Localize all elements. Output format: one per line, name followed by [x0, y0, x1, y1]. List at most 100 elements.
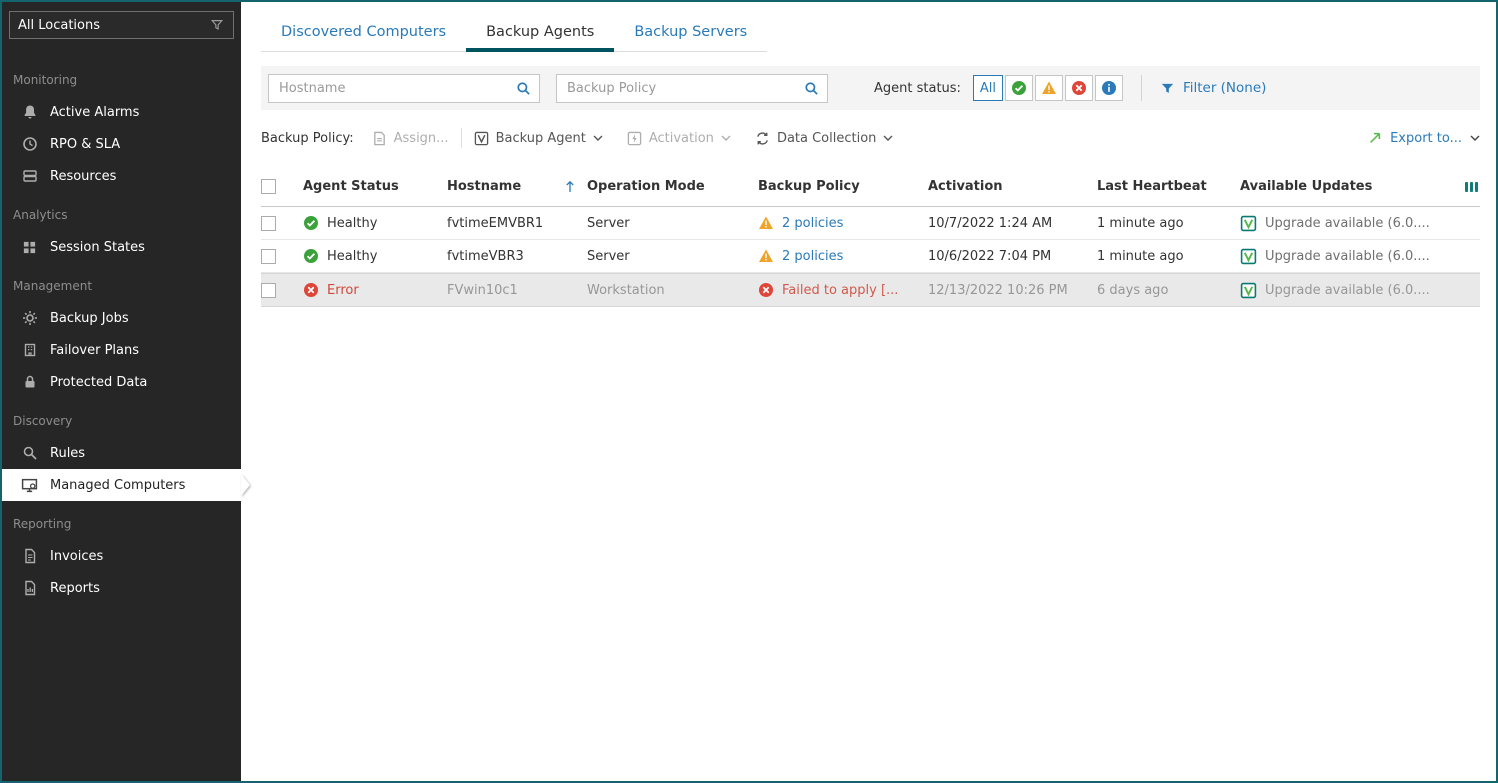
status-filter-warning-button[interactable] — [1034, 75, 1063, 101]
chevron-down-icon — [721, 135, 731, 141]
sidebar-item-label: Rules — [50, 445, 86, 461]
header-available-updates[interactable]: Available Updates — [1240, 179, 1452, 194]
backup-policy-cell: 2 policies — [758, 215, 928, 231]
assign-policy-button[interactable]: Assign... — [360, 131, 461, 146]
search-icon[interactable] — [516, 81, 531, 96]
backup-policy-toolbar-label: Backup Policy: — [261, 130, 354, 146]
sidebar-item-resources[interactable]: Resources — [2, 160, 241, 192]
building-icon — [21, 342, 38, 359]
backup-policy-cell: Failed to apply [... — [758, 282, 928, 298]
hostname-search-input[interactable] — [277, 79, 516, 97]
invoice-icon — [21, 548, 38, 565]
sidebar-item-rpo-sla[interactable]: RPO & SLA — [2, 128, 241, 160]
clock-icon — [21, 136, 38, 153]
sidebar-item-reports[interactable]: Reports — [2, 572, 241, 604]
header-activation[interactable]: Activation — [928, 179, 1097, 194]
sidebar-item-active-alarms[interactable]: Active Alarms — [2, 96, 241, 128]
assign-policy-label: Assign... — [393, 130, 449, 146]
backup-policy-search-box — [556, 73, 828, 103]
available-updates-cell: Upgrade available (6.0.... — [1240, 248, 1452, 265]
sort-ascending-icon[interactable] — [565, 180, 575, 193]
hostname-cell: fvtimeEMVBR1 — [447, 215, 544, 231]
filter-funnel-icon[interactable] — [208, 17, 225, 34]
sidebar-section-monitoring: Monitoring — [13, 73, 78, 87]
backup-policy-link[interactable]: Failed to apply [... — [782, 283, 898, 298]
status-filter-healthy-button[interactable] — [1004, 75, 1033, 101]
sidebar-item-failover-plans[interactable]: Failover Plans — [2, 334, 241, 366]
sidebar-nav: Monitoring Active Alarms RPO & SLA Resou… — [2, 57, 241, 604]
backup-policy-link[interactable]: 2 policies — [782, 216, 843, 231]
filter-none-label: Filter (None) — [1182, 80, 1267, 96]
warning-icon — [758, 215, 774, 231]
status-filter-all-button[interactable]: All — [972, 75, 1003, 101]
backup-agent-menu-button[interactable]: Backup Agent — [462, 131, 615, 146]
activation-menu-label: Activation — [648, 130, 714, 146]
hostname-search-box — [268, 73, 540, 103]
lock-icon — [21, 374, 38, 391]
location-selector[interactable]: All Locations — [9, 11, 234, 39]
sidebar-section-discovery: Discovery — [13, 414, 73, 428]
tab-discovered-computers[interactable]: Discovered Computers — [261, 17, 466, 51]
sidebar-section-analytics: Analytics — [13, 208, 68, 222]
sidebar-item-label: Backup Jobs — [50, 310, 129, 326]
report-icon — [21, 580, 38, 597]
row-checkbox[interactable] — [261, 215, 276, 231]
export-to-button[interactable]: Export to... — [1354, 131, 1480, 146]
table-row[interactable]: Healthy fvtimeEMVBR1 Server 2 policies 1… — [261, 207, 1480, 240]
activation-cell: 10/7/2022 1:24 AM — [928, 215, 1053, 231]
row-checkbox[interactable] — [261, 282, 276, 298]
veeam-agent-icon — [1240, 248, 1257, 265]
agents-table: Agent Status Hostname Operation Mode Bac… — [261, 167, 1480, 307]
sidebar-item-session-states[interactable]: Session States — [2, 231, 241, 263]
table-row[interactable]: Healthy fvtimeVBR3 Server 2 policies 10/… — [261, 240, 1480, 273]
tab-backup-servers[interactable]: Backup Servers — [614, 17, 767, 51]
tab-backup-agents[interactable]: Backup Agents — [466, 17, 615, 52]
row-checkbox[interactable] — [261, 248, 276, 264]
operation-mode-cell: Workstation — [587, 282, 665, 298]
sidebar-item-label: Session States — [50, 239, 145, 255]
header-backup-policy[interactable]: Backup Policy — [758, 179, 928, 194]
sidebar-item-invoices[interactable]: Invoices — [2, 540, 241, 572]
activation-cell: 12/13/2022 10:26 PM — [928, 282, 1068, 298]
select-all-checkbox[interactable] — [261, 179, 276, 194]
sidebar-section-reporting: Reporting — [13, 517, 72, 531]
activation-menu-button[interactable]: Activation — [615, 131, 743, 146]
activation-cell: 10/6/2022 7:04 PM — [928, 248, 1052, 264]
sidebar-item-backup-jobs[interactable]: Backup Jobs — [2, 302, 241, 334]
filter-none-button[interactable]: Filter (None) — [1160, 80, 1266, 96]
header-last-heartbeat[interactable]: Last Heartbeat — [1097, 179, 1240, 194]
bell-icon — [21, 104, 38, 121]
status-filter-error-button[interactable] — [1064, 75, 1093, 101]
column-chooser-button[interactable] — [1452, 181, 1480, 193]
chevron-down-icon — [593, 135, 603, 141]
agent-status-filter-group: All — [972, 75, 1123, 101]
header-operation-mode[interactable]: Operation Mode — [587, 179, 758, 194]
backup-policy-search-input[interactable] — [565, 79, 804, 97]
sidebar-section-management: Management — [13, 279, 93, 293]
filter-bar: Agent status: All — [261, 66, 1480, 110]
agent-status-cell: Healthy — [303, 215, 447, 231]
hostname-cell: FVwin10c1 — [447, 282, 518, 298]
available-updates-cell: Upgrade available (6.0.... — [1240, 282, 1452, 299]
last-heartbeat-cell: 1 minute ago — [1097, 215, 1184, 231]
header-agent-status[interactable]: Agent Status — [303, 179, 447, 194]
grid-icon — [21, 239, 38, 256]
error-icon — [758, 282, 774, 298]
sidebar-item-rules[interactable]: Rules — [2, 437, 241, 469]
table-row[interactable]: Error FVwin10c1 Workstation Failed to ap… — [261, 273, 1480, 307]
row-checkbox-cell — [261, 282, 303, 298]
healthy-icon — [303, 248, 319, 264]
sidebar-item-protected-data[interactable]: Protected Data — [2, 366, 241, 398]
search-icon[interactable] — [804, 81, 819, 96]
header-hostname[interactable]: Hostname — [447, 179, 587, 194]
data-collection-menu-button[interactable]: Data Collection — [743, 131, 905, 146]
backup-policy-link[interactable]: 2 policies — [782, 249, 843, 264]
veeam-agent-icon — [1240, 215, 1257, 232]
sidebar-item-managed-computers[interactable]: Managed Computers — [2, 469, 241, 501]
agent-status-text: Error — [327, 282, 359, 298]
status-filter-info-button[interactable] — [1094, 75, 1123, 101]
veeam-agent-icon — [1240, 282, 1257, 299]
warning-icon — [1041, 80, 1057, 96]
sidebar-item-label: Protected Data — [50, 374, 148, 390]
chevron-down-icon — [1470, 135, 1480, 141]
